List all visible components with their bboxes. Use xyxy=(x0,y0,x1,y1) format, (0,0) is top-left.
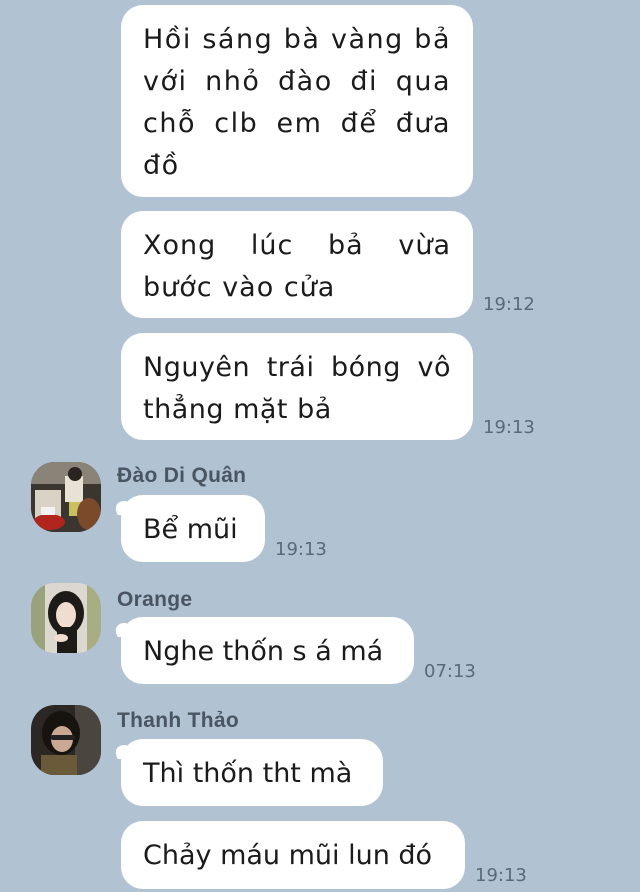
message-bubble[interactable]: Thì thốn tht mà xyxy=(121,739,383,806)
avatar-photo-icon xyxy=(31,705,101,775)
message-bubble[interactable]: Bể mũi xyxy=(121,495,265,562)
message-time: 19:13 xyxy=(475,865,527,886)
sender-name: Orange xyxy=(117,588,193,611)
sender-name: Đào Di Quân xyxy=(117,464,247,487)
avatar[interactable] xyxy=(31,705,101,775)
message-time: 19:13 xyxy=(275,539,327,560)
message-time: 19:12 xyxy=(483,294,535,315)
sender-name: Thanh Thảo xyxy=(117,709,239,732)
message-time: 07:13 xyxy=(424,661,476,682)
avatar-photo-icon xyxy=(31,583,101,653)
message-bubble[interactable]: Chảy máu mũi lun đó xyxy=(121,821,465,889)
message-bubble[interactable]: Nguyên trái bóng vô thẳng mặt bả xyxy=(121,333,473,440)
message-bubble[interactable]: Xong lúc bả vừa bước vào cửa xyxy=(121,211,473,318)
avatar[interactable] xyxy=(31,583,101,653)
avatar[interactable] xyxy=(31,462,101,532)
message-bubble[interactable]: Hồi sáng bà vàng bả với nhỏ đào đi qua c… xyxy=(121,5,473,197)
message-bubble[interactable]: Nghe thốn s á má xyxy=(121,617,414,684)
avatar-photo-icon xyxy=(31,462,101,532)
message-time: 19:13 xyxy=(483,417,535,438)
